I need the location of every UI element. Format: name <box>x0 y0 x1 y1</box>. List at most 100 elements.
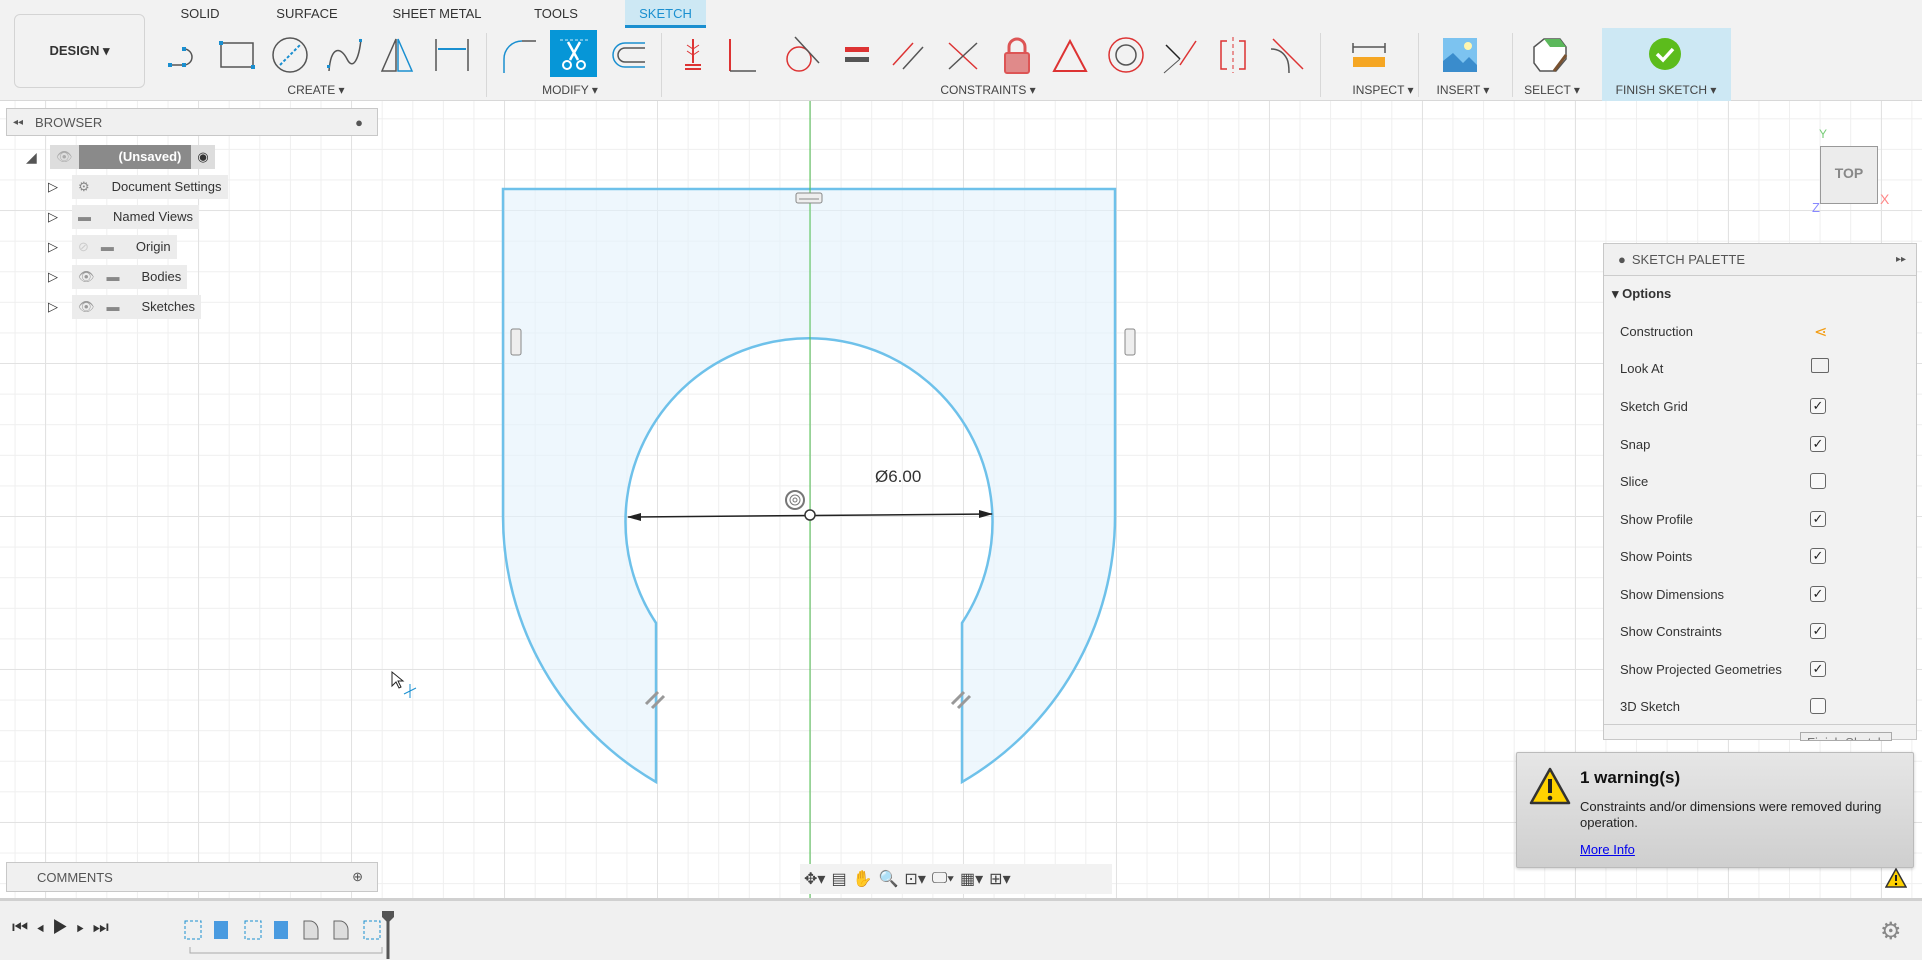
display-settings-icon[interactable]: 🖵▾ <box>932 870 954 888</box>
tree-item-document-settings[interactable]: ▷ ⚙ Document Settings <box>48 175 228 199</box>
tree-item-sketches[interactable]: ▷ 👁 ▬ Sketches <box>48 295 228 319</box>
warning-icon <box>1529 767 1571 805</box>
extrude-feature-icon <box>214 921 228 939</box>
extrude-feature-icon <box>274 921 288 939</box>
view-cube[interactable]: TOP <box>1820 146 1878 204</box>
look-at-icon[interactable]: ▤ <box>831 869 846 889</box>
view-cube-face[interactable]: TOP <box>1821 165 1877 181</box>
palette-option-label: Show Points <box>1620 549 1693 564</box>
sketch-palette: ● SKETCH PALETTE ▸▸ ▾ Options Constructio… <box>1603 243 1917 741</box>
sketch-palette-header[interactable]: ● SKETCH PALETTE ▸▸ <box>1604 244 1916 276</box>
browser-tree: ▷ ⚙ Document Settings ▷ ▬ Named Views ▷ ⊘ ▬ Ori… <box>48 175 228 319</box>
warning-indicator-icon[interactable] <box>1885 868 1907 888</box>
palette-option-checkbox[interactable]: ✓ <box>1810 548 1826 564</box>
comments-panel-header[interactable]: COMMENTS ⊕ <box>6 862 378 892</box>
folder-icon: ▬ <box>100 295 126 319</box>
sketch-feature-icon <box>184 920 202 940</box>
mouse-cursor-icon <box>391 670 417 698</box>
collapse-icon[interactable]: ◂◂ <box>13 117 23 128</box>
palette-option-label: 3D Sketch <box>1620 699 1680 714</box>
orbit-icon[interactable]: ✥▾ <box>804 869 825 889</box>
fit-icon[interactable]: ⊡▾ <box>904 869 925 889</box>
z-axis-label: Z <box>1812 200 1820 215</box>
step-forward-icon[interactable]: ▸ <box>76 917 92 937</box>
construction-label: Construction <box>1620 324 1693 339</box>
concentric-glyph-icon <box>785 490 805 510</box>
go-to-end-icon[interactable]: ⏭ <box>93 917 117 937</box>
finish-sketch-palette-button[interactable]: Finish Sketch <box>1800 732 1893 741</box>
fillet-feature-icon <box>333 920 349 940</box>
tree-item-bodies[interactable]: ▷ 👁 ▬ Bodies <box>48 265 228 289</box>
sketch-profile <box>501 187 1117 785</box>
tree-item-named-views[interactable]: ▷ ▬ Named Views <box>48 205 228 229</box>
go-to-start-icon[interactable]: ⏮ <box>12 917 36 937</box>
palette-option-label: Show Profile <box>1620 511 1693 527</box>
warning-toast: 1 warning(s) Constraints and/or dimensio… <box>1516 752 1914 868</box>
playback-controls: ⏮◂▶▸⏭ <box>12 917 117 938</box>
sketch-feature-icon <box>244 920 262 940</box>
x-axis-label: X <box>1880 191 1890 207</box>
palette-option-label: Slice <box>1620 474 1649 489</box>
palette-option-checkbox[interactable]: ✓ <box>1810 435 1826 452</box>
browser-title: BROWSER <box>35 114 103 130</box>
look-at-label: Look At <box>1620 361 1664 376</box>
palette-option-label: Show Dimensions <box>1620 586 1725 602</box>
parallel-constraint-glyph-icon <box>644 690 972 710</box>
more-info-link[interactable]: More Info <box>1580 842 1635 857</box>
tree-item-origin[interactable]: ▷ ⊘ ▬ Origin <box>48 235 228 259</box>
root-component-label[interactable]: (Unsaved) <box>78 145 192 169</box>
palette-option-label: Show Projected Geometries <box>1620 661 1782 677</box>
eye-hidden-icon: ⊘ <box>72 235 95 259</box>
look-at-icon[interactable] <box>1811 358 1829 373</box>
minimize-icon: ● <box>1618 252 1626 267</box>
palette-option-checkbox[interactable]: ✓ <box>1810 660 1826 677</box>
warning-title: 1 warning(s) <box>1580 768 1681 787</box>
palette-option-label: Snap <box>1620 436 1651 452</box>
add-comment-icon[interactable]: ⊕ <box>352 869 363 885</box>
palette-option-checkbox[interactable]: ✓ <box>1810 398 1826 414</box>
folder-icon: ▬ <box>94 235 120 259</box>
options-section-toggle[interactable]: ▾ Options <box>1612 286 1671 302</box>
viewports-icon[interactable]: ⊞▾ <box>989 869 1010 889</box>
minimize-icon[interactable]: ● <box>355 115 363 130</box>
sketch-palette-title: SKETCH PALETTE <box>1631 252 1746 267</box>
palette-option-checkbox[interactable]: ✓ <box>1810 623 1826 639</box>
canvas-viewport[interactable]: Ø6.00 TOP Y X Z ◂◂ BROWSER ● ◢ 👁 (Unsave… <box>0 101 1922 898</box>
horizontal-constraint-icon <box>795 192 823 204</box>
palette-option-checkbox[interactable]: ✓ <box>1810 585 1826 602</box>
timeline-settings-gear-icon[interactable]: ⚙ <box>1880 917 1902 946</box>
palette-option-checkbox[interactable] <box>1810 698 1826 714</box>
expand-icon[interactable]: ▸▸ <box>1896 254 1906 265</box>
browser-panel-header[interactable]: ◂◂ BROWSER ● <box>6 108 378 136</box>
comments-title: COMMENTS <box>37 869 113 885</box>
step-back-icon[interactable]: ◂ <box>36 917 52 937</box>
folder-icon: ▬ <box>100 265 126 289</box>
folder-icon: ▬ <box>72 205 97 229</box>
palette-option-label: Sketch Grid <box>1620 399 1688 414</box>
sketch-feature-icon <box>363 920 381 940</box>
diameter-dimension-label[interactable]: Ø6.00 <box>875 467 921 487</box>
zoom-icon[interactable]: 🔍 <box>878 869 898 889</box>
eye-icon: 👁 <box>72 265 101 289</box>
gear-icon: ⚙ <box>72 175 96 199</box>
palette-option-checkbox[interactable] <box>1810 473 1826 489</box>
timeline: ⏮◂▶▸⏭ ⚙ <box>0 898 1922 960</box>
warning-message: Constraints and/or dimensions were remov… <box>1580 799 1882 830</box>
y-axis-label: Y <box>1819 127 1828 141</box>
fillet-feature-icon <box>303 920 319 940</box>
center-point <box>804 509 816 521</box>
grid-settings-icon[interactable]: ▦▾ <box>960 869 983 889</box>
eye-icon: 👁 <box>72 295 101 319</box>
pan-hand-icon[interactable]: ✋ <box>853 869 873 889</box>
timeline-features[interactable] <box>180 909 400 959</box>
construction-icon[interactable]: ⋖ <box>1814 322 1827 342</box>
play-icon[interactable]: ▶ <box>52 917 76 937</box>
divider <box>1604 724 1916 725</box>
palette-option-checkbox[interactable]: ✓ <box>1810 510 1826 527</box>
navigation-bar: ✥▾ ▤ ✋ 🔍 ⊡▾ 🖵▾ ▦▾ ⊞▾ <box>800 864 1112 894</box>
expand-icon[interactable]: ◢ <box>26 149 50 166</box>
activate-radio-icon[interactable]: ◉ <box>191 145 215 169</box>
eye-icon[interactable]: 👁 <box>50 145 79 169</box>
timeline-track <box>189 947 383 954</box>
browser-root[interactable]: ◢ 👁 (Unsaved) ◉ <box>26 145 215 169</box>
